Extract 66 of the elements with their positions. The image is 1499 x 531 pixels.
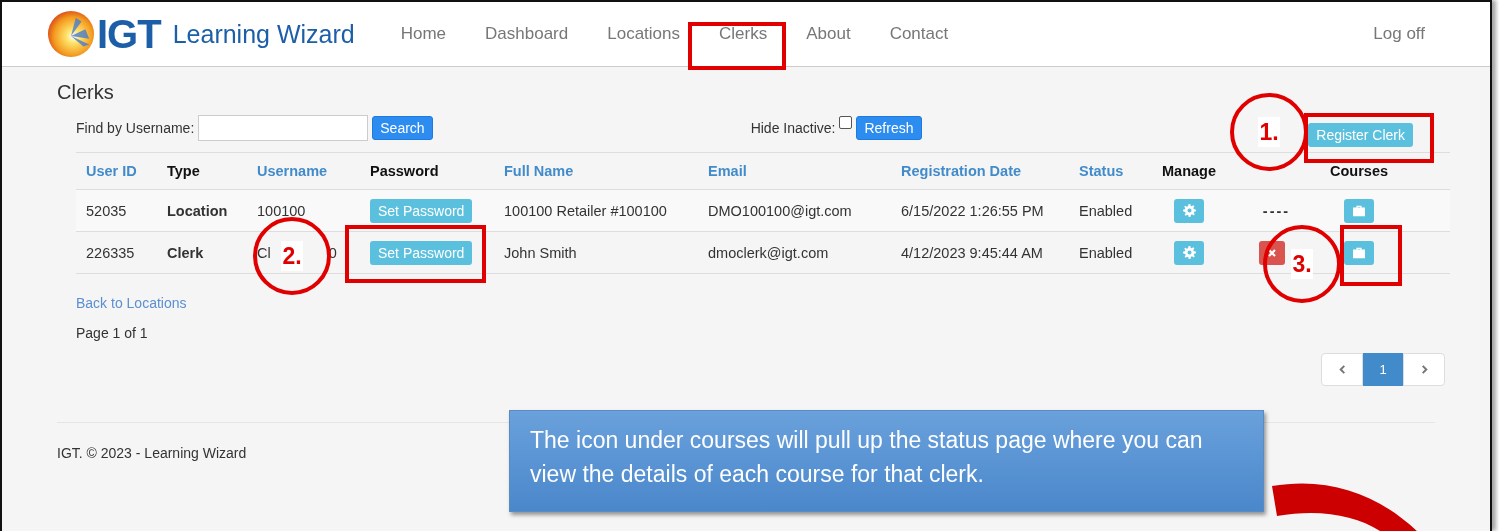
footer-text: IGT. © 2023 - Learning Wizard — [57, 445, 248, 461]
step-number: 3. — [1291, 249, 1313, 279]
column-header[interactable]: Status — [1079, 163, 1124, 179]
search-label: Find by Username: — [76, 120, 195, 136]
page-title: Clerks — [57, 80, 115, 104]
courses-button[interactable] — [1344, 198, 1374, 223]
column-header: Manage — [1162, 163, 1216, 179]
back-to-locations-link[interactable]: Back to Locations — [76, 295, 187, 311]
set-password-button[interactable]: Set Password — [370, 198, 473, 223]
nav-link[interactable]: Locations — [607, 24, 680, 44]
nav-link[interactable]: Contact — [889, 24, 949, 44]
column-header: Password — [370, 163, 439, 179]
table-cell: dmoclerk@igt.com — [708, 244, 829, 261]
table-cell: Clerk — [167, 244, 204, 261]
table-cell: 226335 — [86, 244, 135, 261]
table-cell: Enabled — [1079, 244, 1133, 261]
page-number-button[interactable]: 1 — [1363, 353, 1403, 386]
log-off-link[interactable]: Log off — [1373, 24, 1425, 44]
callout-note: The icon under courses will pull up the status page where you can view the details of each course for that clerk. — [509, 410, 1264, 512]
step-number: 2. — [281, 241, 303, 271]
manage-button[interactable] — [1174, 198, 1204, 223]
previous-page-button[interactable] — [1321, 353, 1363, 386]
nav-link[interactable]: Clerks — [719, 24, 768, 44]
sun-logo-icon — [47, 10, 95, 58]
column-header[interactable]: Email — [708, 163, 747, 179]
nav-link[interactable]: Dashboard — [485, 24, 569, 44]
table-cell: 100100 — [257, 202, 306, 219]
brand-name[interactable]: Learning Wizard — [172, 19, 355, 49]
column-header[interactable]: User ID — [86, 163, 137, 179]
chevron-left-icon — [1337, 365, 1347, 374]
register-clerk-button[interactable]: Register Clerk — [1308, 123, 1413, 147]
briefcase-icon — [1352, 246, 1366, 259]
logo-text[interactable]: IGT — [97, 11, 161, 57]
table-cell: 4/12/2023 9:45:44 AM — [901, 244, 1043, 261]
table-cell: Enabled — [1079, 202, 1133, 219]
search-button[interactable]: Search — [372, 116, 433, 140]
gear-icon — [1182, 246, 1196, 259]
chevron-right-icon — [1419, 365, 1429, 374]
table-cell: 6/15/2022 1:26:55 PM — [901, 202, 1044, 219]
column-header[interactable]: Username — [257, 163, 328, 179]
next-page-button[interactable] — [1403, 353, 1445, 386]
page-info: Page 1 of 1 — [76, 325, 149, 341]
column-header: Courses — [1330, 163, 1388, 179]
username-search-field[interactable] — [198, 115, 369, 141]
table-cell: 100100 Retailer #100100 — [504, 202, 667, 219]
table-cell: Location — [167, 202, 228, 219]
briefcase-icon — [1352, 204, 1366, 217]
nav-link[interactable]: Home — [400, 24, 447, 44]
table-cell: DMO100100@igt.com — [708, 202, 852, 219]
gear-icon — [1182, 204, 1196, 217]
table-cell: John Smith — [504, 244, 577, 261]
step-number: 1. — [1258, 117, 1280, 147]
hide-inactive-label: Hide Inactive: — [750, 120, 836, 136]
set-password-button[interactable]: Set Password — [370, 240, 473, 265]
courses-button[interactable] — [1344, 240, 1374, 265]
close-icon — [1267, 247, 1277, 258]
column-header[interactable]: Full Name — [504, 163, 574, 179]
refresh-button[interactable]: Refresh — [856, 116, 922, 140]
table-cell: Cl — [257, 244, 271, 261]
highlight-rectangle — [1340, 225, 1402, 286]
column-header: Type — [167, 163, 200, 179]
table-cell: ---- — [1262, 202, 1291, 219]
column-header[interactable]: Registration Date — [901, 163, 1022, 179]
table-cell: 52035 — [86, 202, 127, 219]
nav-link[interactable]: About — [806, 24, 851, 44]
manage-button[interactable] — [1174, 240, 1204, 265]
